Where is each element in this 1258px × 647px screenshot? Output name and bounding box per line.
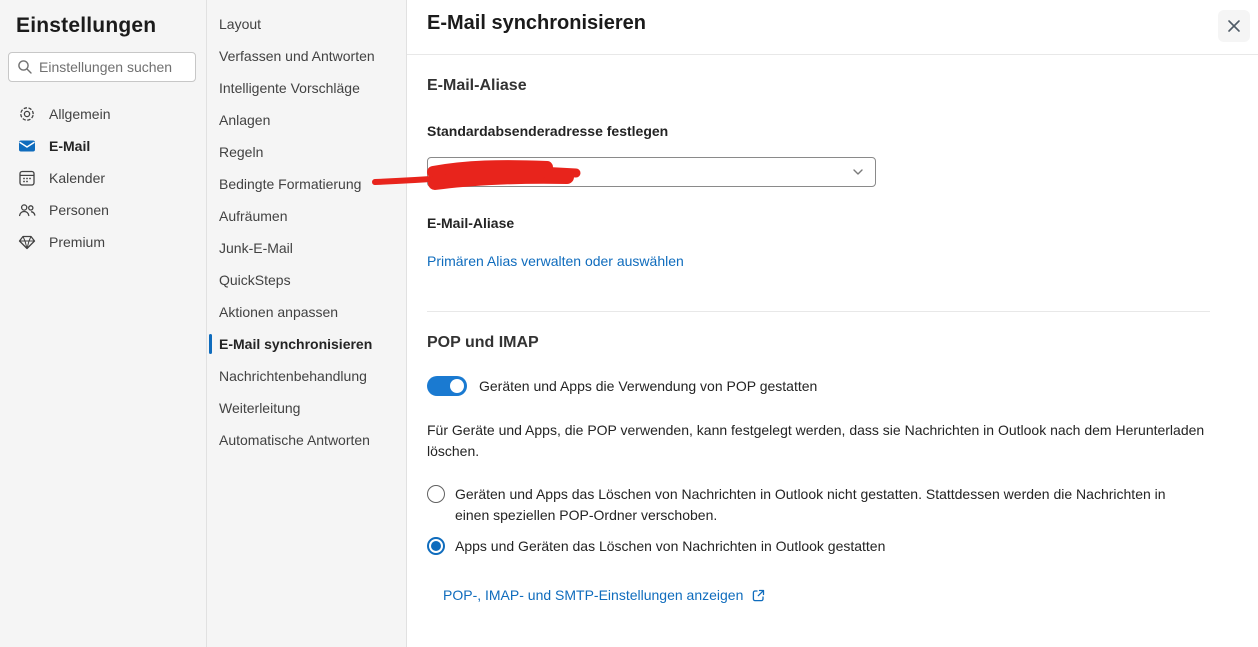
subnav-item-label: Verfassen und Antworten	[219, 48, 375, 64]
email-sync-panel: E-Mail synchronisieren E-Mail-Aliase Sta…	[372, 0, 1258, 647]
subnav-item-aufraeumen[interactable]: Aufräumen	[207, 200, 406, 232]
radio-button[interactable]	[427, 537, 445, 555]
close-button[interactable]	[1218, 10, 1250, 42]
diamond-icon	[18, 235, 36, 250]
subnav-item-aktionen-anpassen[interactable]: Aktionen anpassen	[207, 296, 406, 328]
subnav-item-label: Intelligente Vorschläge	[219, 80, 360, 96]
subnav-item-junk-email[interactable]: Junk-E-Mail	[207, 232, 406, 264]
subnav-item-label: Junk-E-Mail	[219, 240, 293, 256]
close-icon	[1228, 20, 1240, 32]
sidebar-item-label: Premium	[49, 234, 106, 250]
subnav-item-nachrichtenbehandlung[interactable]: Nachrichtenbehandlung	[207, 360, 406, 392]
toggle-knob	[450, 379, 464, 393]
outlook-settings-window: Einstellungen Allgemein E-M	[0, 0, 1258, 647]
subnav-item-bedingte-formatierung[interactable]: Bedingte Formatierung	[207, 168, 406, 200]
subnav-item-intelligente-vorschlaege[interactable]: Intelligente Vorschläge	[207, 72, 406, 104]
sidebar-item-email[interactable]: E-Mail	[0, 130, 206, 162]
page-title: E-Mail synchronisieren	[427, 12, 646, 34]
aliases-section-heading: E-Mail-Aliase	[427, 77, 527, 94]
sidebar-item-allgemein[interactable]: Allgemein	[0, 98, 206, 130]
sidebar-item-label: Personen	[49, 202, 109, 218]
settings-search[interactable]	[8, 52, 196, 82]
manage-alias-link[interactable]: Primären Alias verwalten oder auswählen	[427, 253, 684, 269]
sidebar-item-label: Kalender	[49, 170, 106, 186]
subnav-item-label: E-Mail synchronisieren	[219, 336, 373, 352]
external-link-icon	[753, 589, 765, 601]
search-icon	[18, 60, 32, 74]
settings-category-nav: Allgemein E-Mail Kalender Personen Premi…	[0, 98, 206, 258]
subnav-item-label: Aufräumen	[219, 208, 288, 224]
subnav-item-email-synchronisieren[interactable]: E-Mail synchronisieren	[207, 328, 406, 360]
chevron-down-icon	[853, 169, 863, 175]
subnav-item-label: Bedingte Formatierung	[219, 176, 362, 192]
mail-icon	[19, 140, 35, 152]
calendar-icon	[19, 170, 35, 186]
pop-imap-section-heading: POP und IMAP	[427, 334, 539, 351]
subnav-item-regeln[interactable]: Regeln	[207, 136, 406, 168]
subnav-item-label: Nachrichtenbehandlung	[219, 368, 367, 384]
settings-sidebar: Einstellungen Allgemein E-M	[0, 0, 207, 647]
header-divider	[407, 54, 1258, 55]
sidebar-item-premium[interactable]: Premium	[0, 226, 206, 258]
subnav-item-automatische-antworten[interactable]: Automatische Antworten	[207, 424, 406, 456]
subnav-item-label: Layout	[219, 16, 262, 32]
sidebar-item-label: E-Mail	[49, 138, 91, 154]
pop-option-allow-delete: Apps und Geräten das Löschen von Nachric…	[427, 536, 1210, 557]
subnav-item-label: QuickSteps	[219, 272, 291, 288]
default-sender-label: Standardabsenderadresse festlegen	[427, 123, 669, 139]
subnav-item-label: Regeln	[219, 144, 264, 160]
radio-label: Apps und Geräten das Löschen von Nachric…	[455, 538, 886, 554]
sidebar-item-label: Allgemein	[49, 106, 111, 122]
default-sender-dropdown[interactable]	[427, 157, 876, 187]
settings-search-input[interactable]	[39, 59, 187, 75]
gear-icon	[20, 107, 34, 121]
subnav-item-label: Automatische Antworten	[219, 432, 370, 448]
subnav-item-anlagen[interactable]: Anlagen	[207, 104, 406, 136]
settings-title: Einstellungen	[16, 14, 157, 37]
subnav-item-verfassen[interactable]: Verfassen und Antworten	[207, 40, 406, 72]
subnav-item-weiterleitung[interactable]: Weiterleitung	[207, 392, 406, 424]
sidebar-item-kalender[interactable]: Kalender	[0, 162, 206, 194]
pop-imap-smtp-settings-link[interactable]: POP-, IMAP- und SMTP-Einstellungen anzei…	[443, 587, 743, 603]
aliases-label: E-Mail-Aliase	[427, 215, 515, 231]
pop-description: Für Geräte und Apps, die POP verwenden, …	[427, 422, 1205, 459]
subnav-item-label: Weiterleitung	[219, 400, 301, 416]
pop-toggle[interactable]	[427, 376, 467, 396]
radio-button[interactable]	[427, 485, 445, 503]
radio-label: Geräten und Apps das Löschen von Nachric…	[455, 486, 1166, 523]
pop-option-no-delete: Geräten und Apps das Löschen von Nachric…	[427, 484, 1210, 526]
pop-toggle-label: Geräten und Apps die Verwendung von POP …	[479, 378, 818, 394]
selected-indicator	[209, 334, 212, 354]
people-icon	[18, 204, 36, 217]
subnav-item-quicksteps[interactable]: QuickSteps	[207, 264, 406, 296]
subnav-item-label: Anlagen	[219, 112, 271, 128]
subnav-item-label: Aktionen anpassen	[219, 304, 339, 320]
section-divider	[427, 311, 1210, 312]
subnav-item-layout[interactable]: Layout	[207, 8, 406, 40]
sidebar-item-personen[interactable]: Personen	[0, 194, 206, 226]
email-settings-subnav: Layout Verfassen und Antworten Intellige…	[207, 0, 407, 647]
